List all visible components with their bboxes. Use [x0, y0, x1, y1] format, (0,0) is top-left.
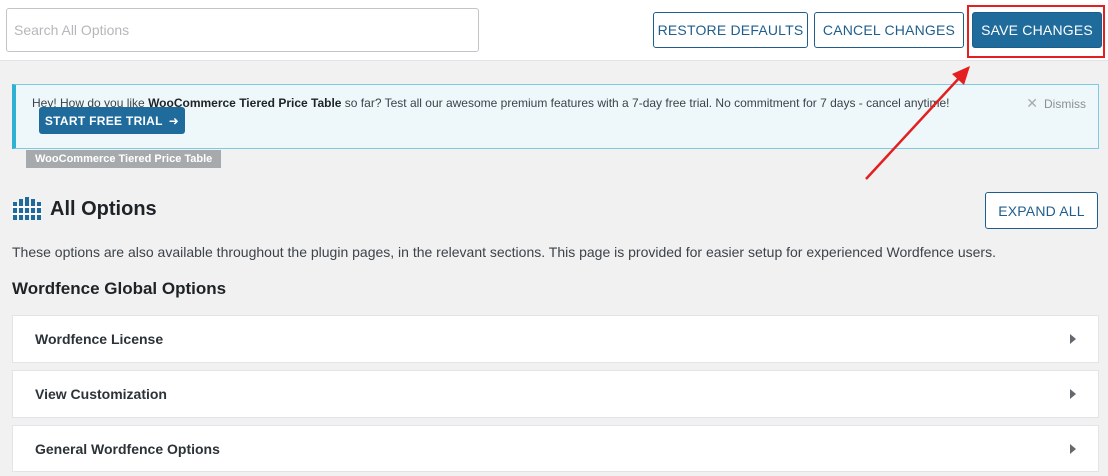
panel-label: View Customization [35, 386, 167, 402]
close-icon: ✕ [1026, 95, 1038, 111]
dismiss-label: Dismiss [1044, 96, 1086, 111]
caret-right-icon [1070, 389, 1076, 399]
trial-button-label: START FREE TRIAL [44, 113, 163, 128]
panel-wordfence-license[interactable]: Wordfence License [12, 315, 1099, 363]
caret-right-icon [1070, 443, 1076, 454]
notice-text-suffix: so far? Test all our awesome premium fea… [341, 96, 950, 110]
section-title: Wordfence Global Options [12, 279, 227, 298]
panel-view-customization[interactable]: View Customization [12, 370, 1099, 418]
cancel-changes-button[interactable]: CANCEL CHANGES [814, 12, 964, 48]
page-title: All Options [50, 197, 157, 220]
plugin-tag: WooCommerce Tiered Price Table [26, 150, 222, 168]
save-button-highlight [967, 5, 1105, 58]
page-heading: All Options [12, 197, 157, 221]
wordfence-logo-icon [12, 197, 42, 220]
restore-defaults-button[interactable]: RESTORE DEFAULTS [653, 12, 808, 48]
arrow-right-icon: ➜ [168, 113, 180, 128]
annotation-arrow [865, 66, 970, 180]
caret-right-icon [1070, 334, 1076, 344]
options-toolbar: RESTORE DEFAULTS CANCEL CHANGES SAVE CHA… [0, 0, 1108, 61]
page-description: These options are also available through… [12, 244, 996, 260]
panel-label: Wordfence License [35, 331, 164, 347]
panel-label: General Wordfence Options [35, 440, 220, 457]
start-free-trial-button[interactable]: START FREE TRIAL ➜ [39, 107, 185, 134]
panel-general-options[interactable]: General Wordfence Options [12, 425, 1099, 472]
search-input[interactable] [6, 8, 479, 52]
dismiss-notice-button[interactable]: ✕ Dismiss [1026, 95, 1086, 112]
expand-all-button[interactable]: EXPAND ALL [985, 192, 1098, 229]
